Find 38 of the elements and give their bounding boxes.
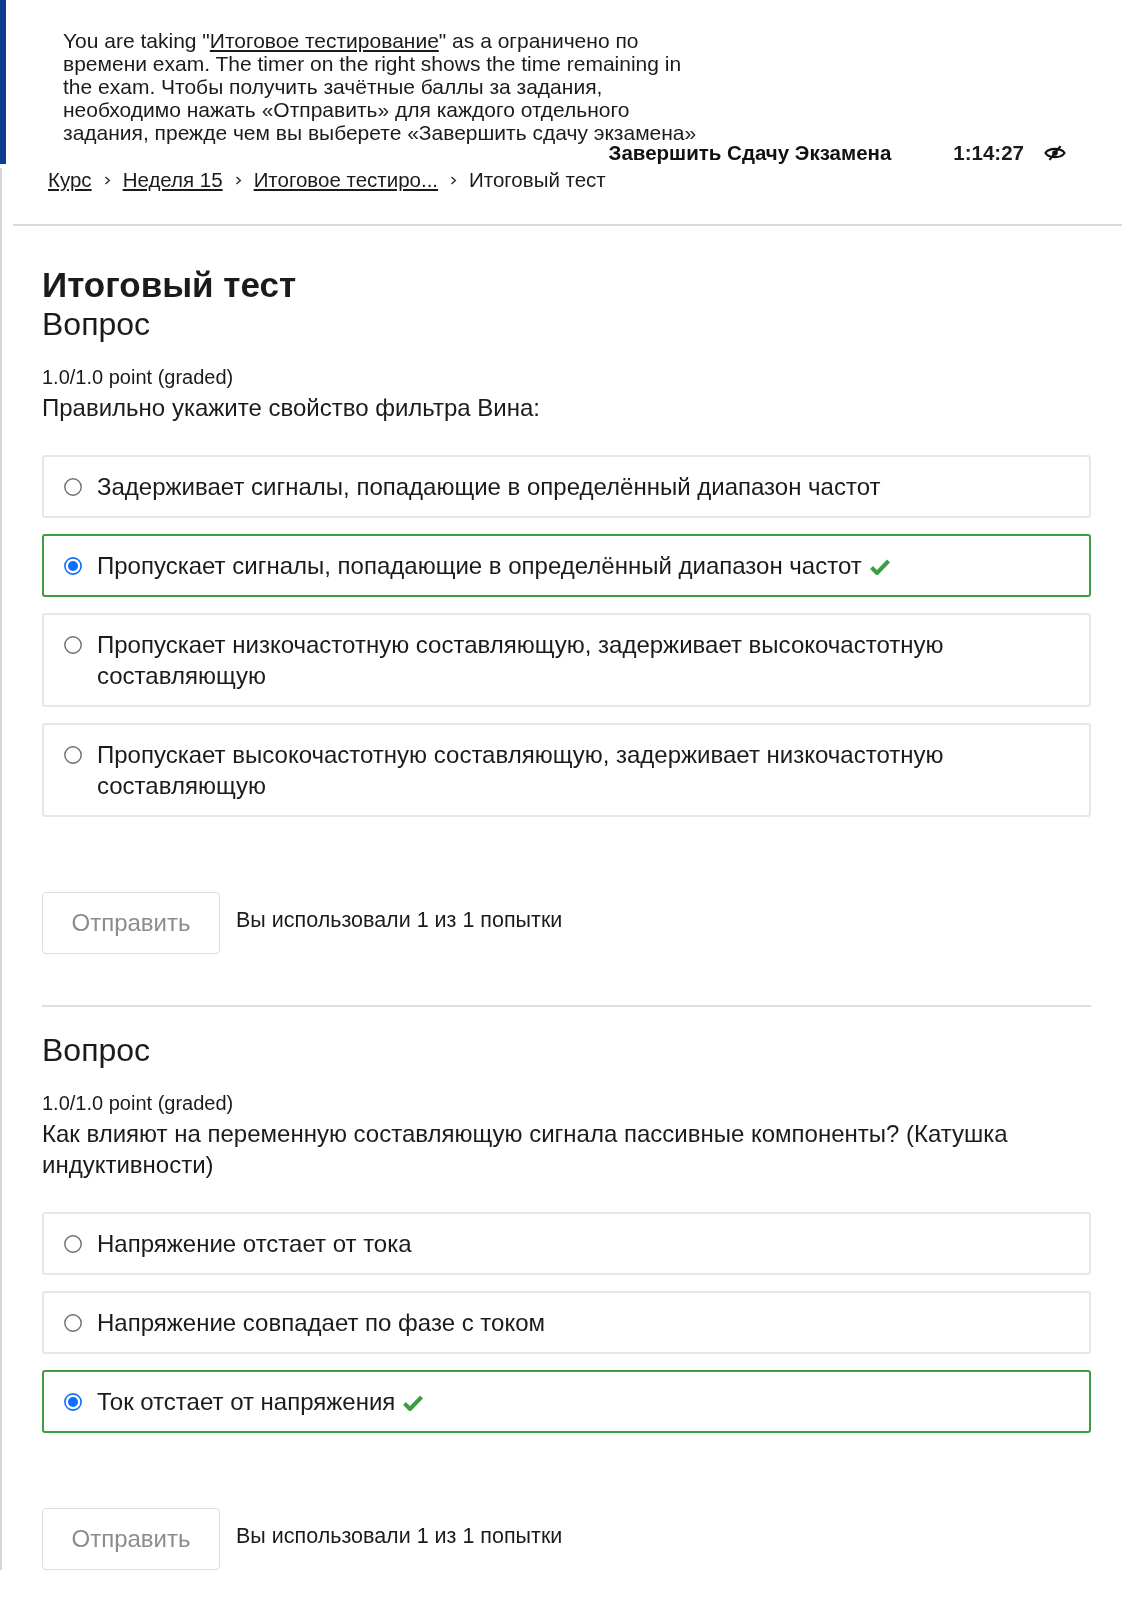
answer-option[interactable]: Ток отстает от напряжения xyxy=(42,1370,1091,1433)
chevron-icon xyxy=(450,175,458,185)
radio-button[interactable] xyxy=(64,1392,82,1411)
timer: 1:14:27 xyxy=(953,142,1024,164)
question-text: Как влияют на переменную составляющую сигнала пассивные компоненты? (Катушка индуктивности) xyxy=(42,1119,1009,1180)
page-title: Итоговый тест xyxy=(42,265,298,305)
hide-timer-button[interactable] xyxy=(1044,145,1066,161)
answer-option[interactable]: Задерживает сигналы, попадающие в определённый диапазон частот xyxy=(42,455,1091,518)
breadcrumb-link[interactable]: Итоговое тестиро... xyxy=(253,168,439,192)
breadcrumb-link[interactable]: Курс xyxy=(48,168,92,192)
chevron-icon xyxy=(234,175,242,185)
answer-option[interactable]: Напряжение отстает от тока xyxy=(42,1212,1091,1275)
radio-button[interactable] xyxy=(64,477,82,496)
radio-button[interactable] xyxy=(64,1313,82,1332)
question-text: Правильно укажите свойство фильтра Вина: xyxy=(42,393,541,423)
points-text: 1.0/1.0 point (graded) xyxy=(42,1091,235,1116)
check-icon xyxy=(868,558,891,576)
check-icon xyxy=(402,1394,425,1412)
radio-button[interactable] xyxy=(64,745,82,764)
attempts-text: Вы использовали 1 из 1 попытки xyxy=(236,1523,563,1549)
question-heading: Вопрос xyxy=(42,305,152,343)
exam-link[interactable]: Итоговое тестирование xyxy=(209,29,439,52)
answer-option[interactable]: Пропускает высокочастотную составляющую, задерживает низкочастотную составляющую xyxy=(42,723,1091,817)
chevron-icon xyxy=(103,175,111,185)
breadcrumb-link[interactable]: Неделя 15 xyxy=(122,168,223,192)
end-exam-button[interactable]: Завершить Сдачу Экзамена xyxy=(608,142,892,164)
attempts-text: Вы использовали 1 из 1 попытки xyxy=(236,907,563,933)
eye-slash-icon xyxy=(1044,145,1066,161)
points-text: 1.0/1.0 point (graded) xyxy=(42,365,235,390)
answer-option[interactable]: Пропускает низкочастотную составляющую, задерживает высокочастотную составляющую xyxy=(42,613,1091,707)
answer-option[interactable]: Напряжение совпадает по фазе с током xyxy=(42,1291,1091,1354)
radio-button[interactable] xyxy=(64,556,82,575)
radio-button[interactable] xyxy=(64,1234,82,1253)
question-heading: Вопрос xyxy=(42,1031,152,1069)
radio-button[interactable] xyxy=(64,635,82,654)
breadcrumb-current: Итоговый тест xyxy=(469,168,606,192)
exam-notice: You are taking "Итоговое тестирование" as a ограничено по времени exam. The timer on the right shows the time remaining in the exam. Чтобы получить зачётные баллы за задания, необходимо нажать «Отправить» для каждого отдельного задания, прежде чем вы выберете «Завершить сдачу экзамена» xyxy=(63,29,698,144)
answer-option[interactable]: Пропускает сигналы, попадающие в определённый диапазон частот xyxy=(42,534,1091,597)
